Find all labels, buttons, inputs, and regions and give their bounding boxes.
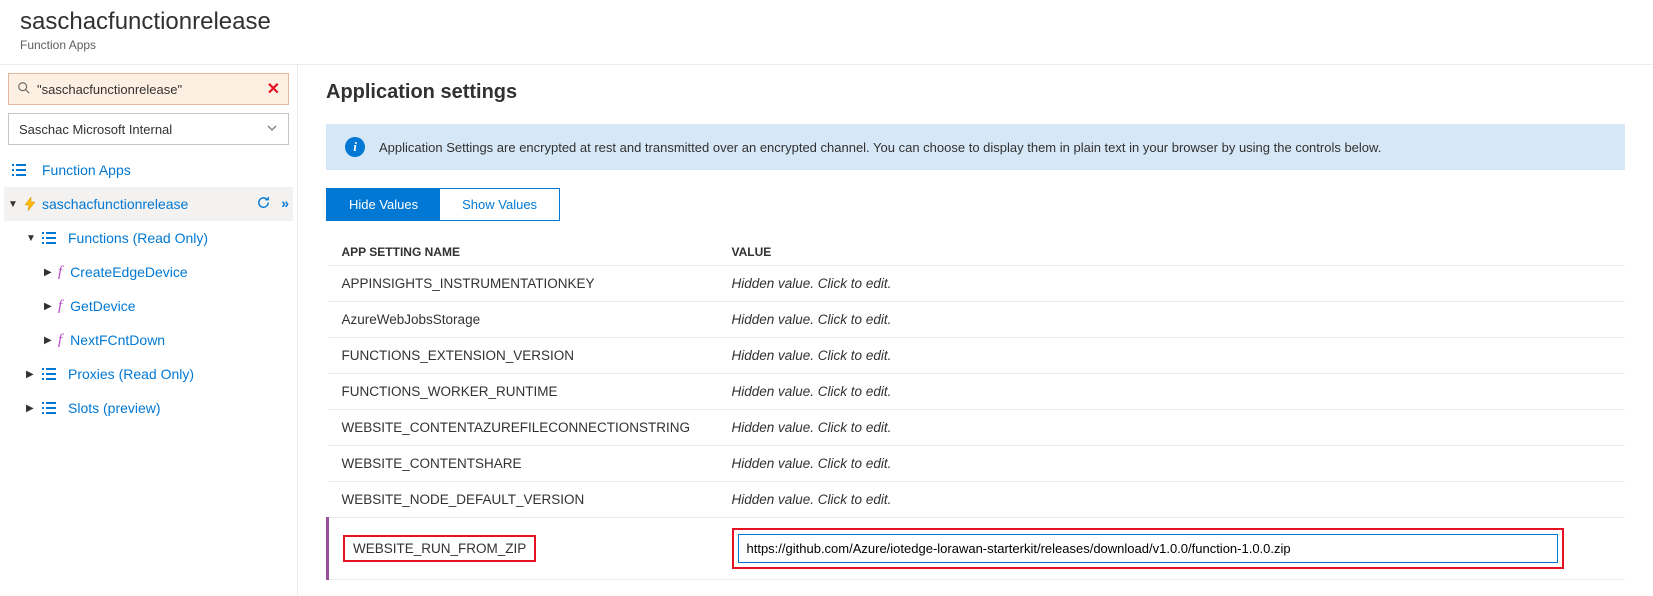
app-settings-table: APP SETTING NAME VALUE APPINSIGHTS_INSTR… [326, 239, 1625, 580]
setting-value-hidden[interactable]: Hidden value. Click to edit. [718, 302, 1626, 338]
show-values-button[interactable]: Show Values [440, 189, 559, 220]
setting-name: WEBSITE_CONTENTSHARE [328, 446, 718, 482]
subscription-label: Saschac Microsoft Internal [19, 122, 172, 137]
sidebar-search[interactable]: "saschacfunctionrelease" ✕ [8, 73, 289, 105]
setting-value-hidden[interactable]: Hidden value. Click to edit. [718, 446, 1626, 482]
setting-row: WEBSITE_CONTENTSHAREHidden value. Click … [328, 446, 1626, 482]
info-icon: i [345, 137, 365, 157]
function-icon: f [58, 264, 62, 281]
setting-name: APPINSIGHTS_INSTRUMENTATIONKEY [328, 266, 718, 302]
function-icon: f [58, 332, 62, 349]
setting-row: FUNCTIONS_WORKER_RUNTIMEHidden value. Cl… [328, 374, 1626, 410]
function-icon: f [58, 298, 62, 315]
setting-value-hidden[interactable]: Hidden value. Click to edit. [718, 482, 1626, 518]
list-icon [40, 365, 58, 383]
setting-name: FUNCTIONS_EXTENSION_VERSION [328, 338, 718, 374]
function-label: CreateEdgeDevice [70, 264, 188, 280]
setting-name: WEBSITE_CONTENTAZUREFILECONNECTIONSTRING [328, 410, 718, 446]
tree-function-item[interactable]: ▶f GetDevice [4, 289, 293, 323]
nav-function-apps-label: Function Apps [42, 162, 131, 178]
clear-search-icon[interactable]: ✕ [267, 79, 280, 99]
tree-functions-label: Functions (Read Only) [68, 230, 208, 246]
function-label: GetDevice [70, 298, 135, 314]
value-visibility-toggle: Hide Values Show Values [326, 188, 560, 221]
search-value: "saschacfunctionrelease" [37, 82, 267, 97]
page-title: saschacfunctionrelease [20, 8, 1633, 36]
tree-functions-node[interactable]: ▼ Functions (Read Only) [4, 221, 293, 255]
list-icon [40, 399, 58, 417]
caret-down-icon: ▼ [26, 233, 40, 244]
info-text: Application Settings are encrypted at re… [379, 140, 1381, 155]
tree-app-node[interactable]: ▼ saschacfunctionrelease » [4, 187, 293, 221]
caret-right-icon: ▶ [44, 267, 58, 278]
function-label: NextFCntDown [70, 332, 165, 348]
tree-function-item[interactable]: ▶f CreateEdgeDevice [4, 255, 293, 289]
sidebar: "saschacfunctionrelease" ✕ Saschac Micro… [0, 65, 298, 596]
tree-app-label: saschacfunctionrelease [42, 196, 188, 212]
section-title: Application settings [326, 81, 1625, 104]
chevron-down-icon [266, 122, 278, 137]
caret-down-icon: ▼ [8, 199, 22, 210]
tree-proxies-node[interactable]: ▶ Proxies (Read Only) [4, 357, 293, 391]
setting-row-editing: WEBSITE_RUN_FROM_ZIP [328, 518, 1626, 580]
setting-value-hidden[interactable]: Hidden value. Click to edit. [718, 374, 1626, 410]
subscription-dropdown[interactable]: Saschac Microsoft Internal [8, 113, 289, 145]
column-header-name: APP SETTING NAME [328, 239, 718, 266]
info-banner: i Application Settings are encrypted at … [326, 124, 1625, 170]
setting-value-hidden[interactable]: Hidden value. Click to edit. [718, 338, 1626, 374]
expand-icon[interactable]: » [281, 195, 289, 213]
list-icon [40, 229, 58, 247]
tree-proxies-label: Proxies (Read Only) [68, 366, 194, 382]
main-content: Application settings i Application Setti… [298, 65, 1653, 596]
search-icon [17, 81, 31, 98]
setting-value-hidden[interactable]: Hidden value. Click to edit. [718, 266, 1626, 302]
refresh-icon[interactable] [256, 195, 271, 213]
tree-function-item[interactable]: ▶f NextFCntDown [4, 323, 293, 357]
tree-slots-node[interactable]: ▶ Slots (preview) [4, 391, 293, 425]
lightning-icon [22, 196, 38, 212]
caret-right-icon: ▶ [44, 335, 58, 346]
setting-name: WEBSITE_NODE_DEFAULT_VERSION [328, 482, 718, 518]
caret-right-icon: ▶ [26, 403, 40, 414]
tree-slots-label: Slots (preview) [68, 400, 161, 416]
setting-name: FUNCTIONS_WORKER_RUNTIME [328, 374, 718, 410]
setting-value-input[interactable] [738, 534, 1558, 563]
caret-right-icon: ▶ [44, 301, 58, 312]
setting-row: WEBSITE_CONTENTAZUREFILECONNECTIONSTRING… [328, 410, 1626, 446]
column-header-value: VALUE [718, 239, 1626, 266]
nav-function-apps[interactable]: Function Apps [4, 153, 293, 187]
setting-row: AzureWebJobsStorageHidden value. Click t… [328, 302, 1626, 338]
setting-name-highlight: WEBSITE_RUN_FROM_ZIP [343, 535, 536, 562]
setting-value-hidden[interactable]: Hidden value. Click to edit. [718, 410, 1626, 446]
caret-right-icon: ▶ [26, 369, 40, 380]
setting-row: APPINSIGHTS_INSTRUMENTATIONKEYHidden val… [328, 266, 1626, 302]
hide-values-button[interactable]: Hide Values [327, 189, 440, 220]
setting-row: FUNCTIONS_EXTENSION_VERSIONHidden value.… [328, 338, 1626, 374]
setting-row: WEBSITE_NODE_DEFAULT_VERSIONHidden value… [328, 482, 1626, 518]
setting-name: AzureWebJobsStorage [328, 302, 718, 338]
page-subtitle: Function Apps [20, 38, 1633, 52]
list-icon [10, 161, 28, 179]
